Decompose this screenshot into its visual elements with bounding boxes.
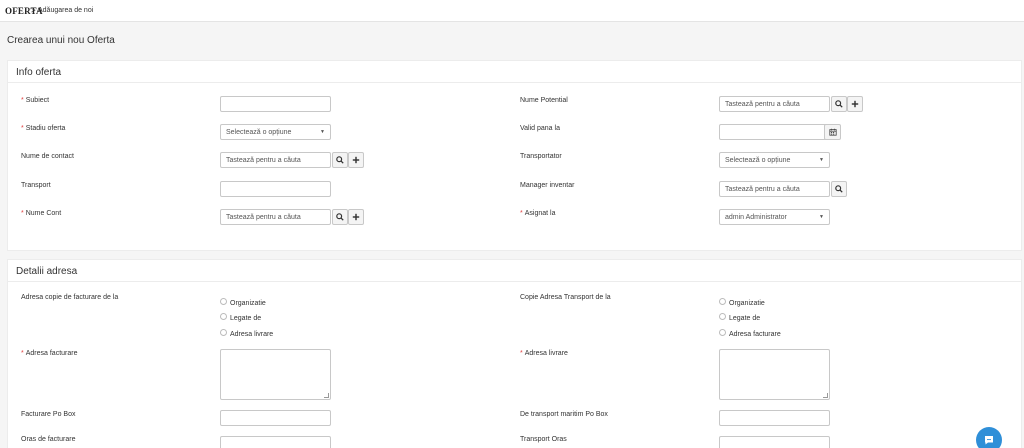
caret-down-icon: ▼ <box>320 129 325 135</box>
transport-input[interactable] <box>220 181 331 197</box>
adresa-facturare-textarea[interactable] <box>220 349 331 400</box>
shipping-copy-radio-organizatie[interactable] <box>719 298 726 305</box>
oras-facturare-input[interactable] <box>220 436 331 448</box>
asignat-select[interactable]: admin Administrator ▼ <box>719 209 830 225</box>
radio-label: Legate de <box>729 315 761 322</box>
search-icon <box>835 185 843 193</box>
transportator-select[interactable]: Selectează o opțiune ▼ <box>719 152 830 168</box>
radio-label: Adresa livrare <box>230 331 274 338</box>
caret-down-icon: ▼ <box>819 214 824 220</box>
valid-label: Valid pana la <box>520 125 560 132</box>
panel-title: Info oferta <box>16 67 62 78</box>
shipping-copy-radio-legate[interactable] <box>719 313 726 320</box>
valid-date-input[interactable] <box>719 124 830 140</box>
chat-icon <box>985 436 993 445</box>
contact-add-button[interactable] <box>348 152 364 168</box>
potential-add-button[interactable] <box>847 96 863 112</box>
panel-header: Info oferta <box>8 61 1021 83</box>
stadiu-select[interactable]: Selectează o opțiune ▼ <box>220 124 331 140</box>
detalii-adresa-panel: Detalii adresa Adresa copie de facturare… <box>7 259 1022 448</box>
radio-label: Legate de <box>230 315 262 322</box>
search-icon <box>336 213 344 221</box>
potential-search-button[interactable] <box>831 96 847 112</box>
transport-oras-label: Transport Oras <box>520 436 567 443</box>
cont-label: * Nume Cont <box>21 210 62 217</box>
radio-label: Adresa facturare <box>729 331 781 338</box>
plus-icon <box>352 213 360 221</box>
cont-search-button[interactable] <box>332 209 348 225</box>
resize-handle-icon[interactable] <box>324 393 329 398</box>
adresa-livrare-textarea[interactable] <box>719 349 830 400</box>
adresa-facturare-label: * Adresa facturare <box>21 350 78 357</box>
radio-label: Organizatie <box>230 300 266 307</box>
potential-label: Nume Potential <box>520 97 568 104</box>
transport-label: Transport <box>21 182 51 189</box>
facturare-po-input[interactable] <box>220 410 331 426</box>
adresa-livrare-label: * Adresa livrare <box>520 350 568 357</box>
manager-search-input[interactable]: Tastează pentru a căuta <box>719 181 830 197</box>
asignat-label: * Asignat la <box>520 210 556 217</box>
billing-copy-radio-livrare[interactable] <box>220 329 227 336</box>
contact-search-input[interactable]: Tastează pentru a căuta <box>220 152 331 168</box>
cont-add-button[interactable] <box>348 209 364 225</box>
facturare-po-label: Facturare Po Box <box>21 411 76 418</box>
subiect-input[interactable] <box>220 96 331 112</box>
transport-po-label: De transport maritim Po Box <box>520 411 608 418</box>
page-title: Crearea unui nou Oferta <box>7 35 115 46</box>
shipping-copy-radio-facturare[interactable] <box>719 329 726 336</box>
chat-launcher-button[interactable] <box>976 427 1002 448</box>
search-icon <box>336 156 344 164</box>
plus-icon <box>851 100 859 108</box>
calendar-button[interactable] <box>824 124 841 140</box>
breadcrumb-separator: > <box>31 6 36 15</box>
resize-handle-icon[interactable] <box>823 393 828 398</box>
oras-facturare-label: Oras de facturare <box>21 436 76 443</box>
transportator-label: Transportator <box>520 153 562 160</box>
panel-header: Detalii adresa <box>8 260 1021 282</box>
cont-search-input[interactable]: Tastează pentru a căuta <box>220 209 331 225</box>
transport-po-input[interactable] <box>719 410 830 426</box>
shipping-copy-label: Copie Adresa Transport de la <box>520 294 611 301</box>
billing-copy-radio-legate[interactable] <box>220 313 227 320</box>
transport-oras-input[interactable] <box>719 436 830 448</box>
info-oferta-panel: Info oferta * Subiect * Stadiu oferta Sele… <box>7 60 1022 251</box>
plus-icon <box>352 156 360 164</box>
contact-label: Nume de contact <box>21 153 74 160</box>
billing-copy-label: Adresa copie de facturare de la <box>21 294 119 301</box>
top-bar: OFERTA > Adăugarea de noi <box>0 0 1024 22</box>
subiect-label: * Subiect <box>21 97 50 104</box>
caret-down-icon: ▼ <box>819 157 824 163</box>
potential-search-input[interactable]: Tastează pentru a căuta <box>719 96 830 112</box>
calendar-icon <box>828 128 837 136</box>
search-icon <box>835 100 843 108</box>
billing-copy-radio-organizatie[interactable] <box>220 298 227 305</box>
contact-search-button[interactable] <box>332 152 348 168</box>
stadiu-label: * Stadiu oferta <box>21 125 66 132</box>
panel-title: Detalii adresa <box>16 266 78 277</box>
manager-label: Manager inventar <box>520 182 575 189</box>
manager-search-button[interactable] <box>831 181 847 197</box>
breadcrumb-current: Adăugarea de noi <box>38 7 94 14</box>
radio-label: Organizatie <box>729 300 765 307</box>
